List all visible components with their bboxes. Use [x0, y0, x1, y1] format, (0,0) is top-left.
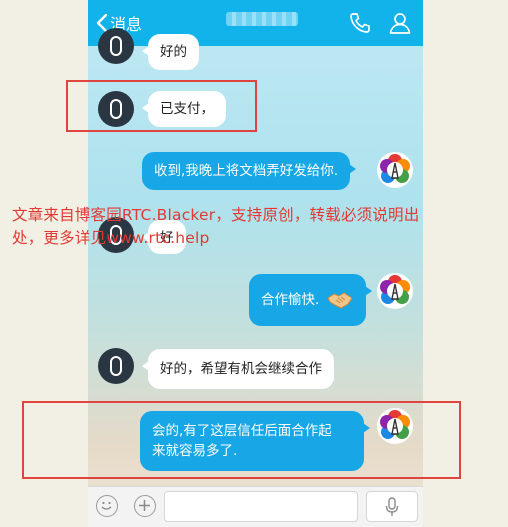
emoji-icon [101, 501, 112, 510]
contact-avatar[interactable] [98, 28, 134, 64]
emoji-button[interactable] [96, 495, 118, 517]
watermark-line: 处，更多详见www.rtc.help [12, 229, 210, 247]
phone-icon[interactable] [348, 11, 372, 35]
user-icon[interactable] [388, 11, 412, 35]
watermark-line: 文章来自博客园RTC.Blacker，支持原创，转载必须说明出 [12, 206, 420, 224]
highlight-box [66, 80, 257, 132]
plus-icon [139, 500, 150, 511]
message-bubble-incoming: 好的，希望有机会继续合作 [142, 349, 334, 389]
microphone-icon [385, 496, 399, 516]
input-bar [88, 486, 423, 527]
watermark-text: 文章来自博客园RTC.Blacker，支持原创，转载必须说明出 处，更多详见ww… [12, 204, 498, 250]
contact-name-redacted [226, 12, 298, 26]
message-bubble-incoming: 好的 [142, 34, 199, 70]
message-input[interactable] [164, 491, 358, 522]
self-avatar[interactable] [376, 151, 414, 189]
contact-avatar[interactable] [98, 348, 134, 384]
voice-button[interactable] [366, 491, 418, 522]
top-bar: 消息 [88, 0, 423, 46]
message-text: 合作愉快. [261, 292, 320, 308]
message-bubble-outgoing: 收到,我晚上将文档弄好发给你. [142, 152, 357, 190]
self-avatar[interactable] [376, 272, 414, 310]
message-bubble-outgoing: 合作愉快. [249, 274, 372, 326]
handshake-icon [326, 292, 353, 309]
more-button[interactable] [134, 495, 156, 517]
highlight-box [22, 401, 461, 479]
